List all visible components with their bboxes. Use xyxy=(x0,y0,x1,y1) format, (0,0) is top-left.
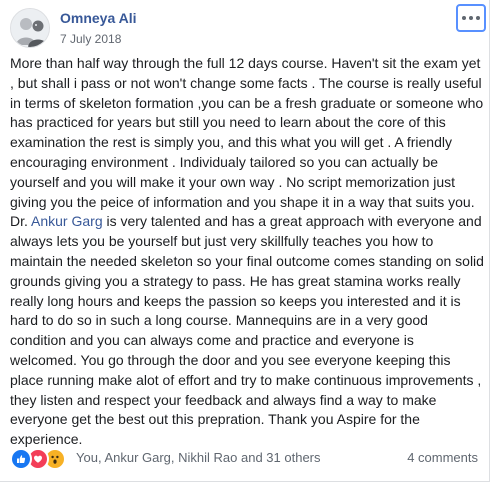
post-date[interactable]: 7 July 2018 xyxy=(60,32,121,46)
more-options-button[interactable] xyxy=(456,4,486,32)
review-text: More than half way through the full 12 d… xyxy=(10,54,484,450)
reaction-icons[interactable] xyxy=(10,448,66,470)
review-text-part-1: More than half way through the full 12 d… xyxy=(10,55,484,230)
profile-photo-icon xyxy=(11,9,49,47)
review-post-card: Omneya Ali 7 July 2018 More than half wa… xyxy=(0,0,490,482)
mention-link[interactable]: Ankur Garg xyxy=(31,213,103,229)
post-header: Omneya Ali 7 July 2018 xyxy=(0,0,490,52)
more-options-icon xyxy=(462,16,480,20)
review-text-part-2: is very talented and has a great approac… xyxy=(10,213,484,448)
author-avatar[interactable] xyxy=(10,8,50,48)
post-footer: You, Ankur Garg, Nikhil Rao and 31 other… xyxy=(0,446,490,472)
like-icon xyxy=(10,448,32,470)
author-name[interactable]: Omneya Ali xyxy=(60,10,137,26)
reactors-link[interactable]: You, Ankur Garg, Nikhil Rao and 31 other… xyxy=(76,450,321,465)
comments-link[interactable]: 4 comments xyxy=(407,450,478,465)
